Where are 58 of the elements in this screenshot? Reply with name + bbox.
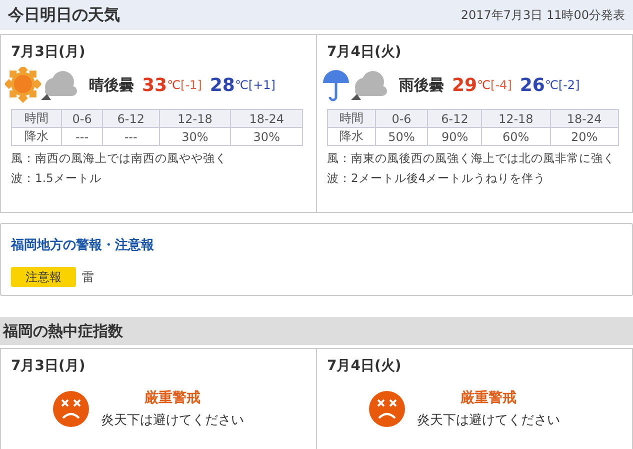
heat-date: 7月3日(月)	[11, 357, 86, 375]
temp-diff: [-4]	[490, 78, 512, 92]
header-cell: 時間	[12, 110, 62, 128]
umbrella-icon	[321, 67, 351, 103]
header-cell: 6-12	[102, 110, 160, 128]
header-cell: 6-12	[428, 110, 482, 128]
wind-text: 風：南東の風後西の風強く海上では北の風非常に強く	[327, 151, 616, 166]
temp-unit: ℃	[477, 78, 491, 92]
issued-time: 2017年7月3日 11時00分発表	[460, 6, 625, 24]
table-cell: 降水	[328, 128, 376, 146]
table-cell: 30%	[159, 128, 231, 146]
sun-icon	[5, 67, 41, 103]
weather-text: 晴後曇	[89, 76, 134, 94]
low-temp: 26	[520, 74, 545, 96]
weather-text: 雨後曇	[399, 76, 444, 94]
table-cell: ---	[61, 128, 103, 146]
heat-advice: 炎天下は避けてください	[101, 412, 244, 429]
header-cell: 0-6	[375, 110, 428, 128]
heat-level: 厳重警戒	[144, 389, 200, 407]
sad-face-icon	[369, 391, 405, 427]
temp-diff: [-1]	[180, 78, 202, 92]
temp-diff: [-2]	[558, 78, 580, 92]
table-cell: 60%	[482, 128, 550, 146]
cloud-icon	[351, 68, 389, 102]
temp-unit: ℃	[167, 78, 181, 92]
heat-advice: 炎天下は避けてください	[417, 412, 560, 429]
header-cell: 0-6	[61, 110, 103, 128]
table-cell: 降水	[12, 128, 62, 146]
header-cell: 12-18	[159, 110, 231, 128]
header-cell: 18-24	[230, 110, 302, 128]
temp-unit: ℃	[234, 78, 248, 92]
table-cell: 20%	[550, 128, 618, 146]
warnings-link[interactable]: 福岡地方の警報・注意報	[11, 236, 154, 254]
table-cell: 50%	[375, 128, 428, 146]
low-temp: 28	[210, 74, 235, 96]
section-title: 福岡の熱中症指数	[0, 317, 633, 345]
heat-date: 7月4日(火)	[327, 357, 402, 375]
header-cell: 時間	[328, 110, 376, 128]
section-title: 今日明日の天気	[8, 4, 120, 26]
table-cell: 90%	[428, 128, 482, 146]
sad-face-icon	[53, 391, 89, 427]
high-temp: 33	[142, 74, 168, 96]
warning-text: 雷	[82, 268, 94, 286]
wave-text: 波：2メートル後4メートルうねりを伴う	[327, 171, 547, 186]
wave-text: 波：1.5メートル	[11, 171, 102, 186]
header-cell: 12-18	[482, 110, 550, 128]
cloud-icon	[41, 68, 79, 102]
table-cell: ---	[102, 128, 160, 146]
forecast-date: 7月4日(火)	[327, 43, 402, 61]
high-temp: 29	[452, 74, 478, 96]
heat-level: 厳重警戒	[460, 389, 516, 407]
advisory-badge: 注意報	[11, 267, 76, 287]
wind-text: 風：南西の風海上では南西の風やや強く	[11, 151, 228, 166]
temp-diff: [+1]	[248, 78, 276, 92]
temp-unit: ℃	[544, 78, 558, 92]
header-cell: 18-24	[550, 110, 618, 128]
forecast-date: 7月3日(月)	[11, 43, 86, 61]
table-cell: 30%	[230, 128, 302, 146]
